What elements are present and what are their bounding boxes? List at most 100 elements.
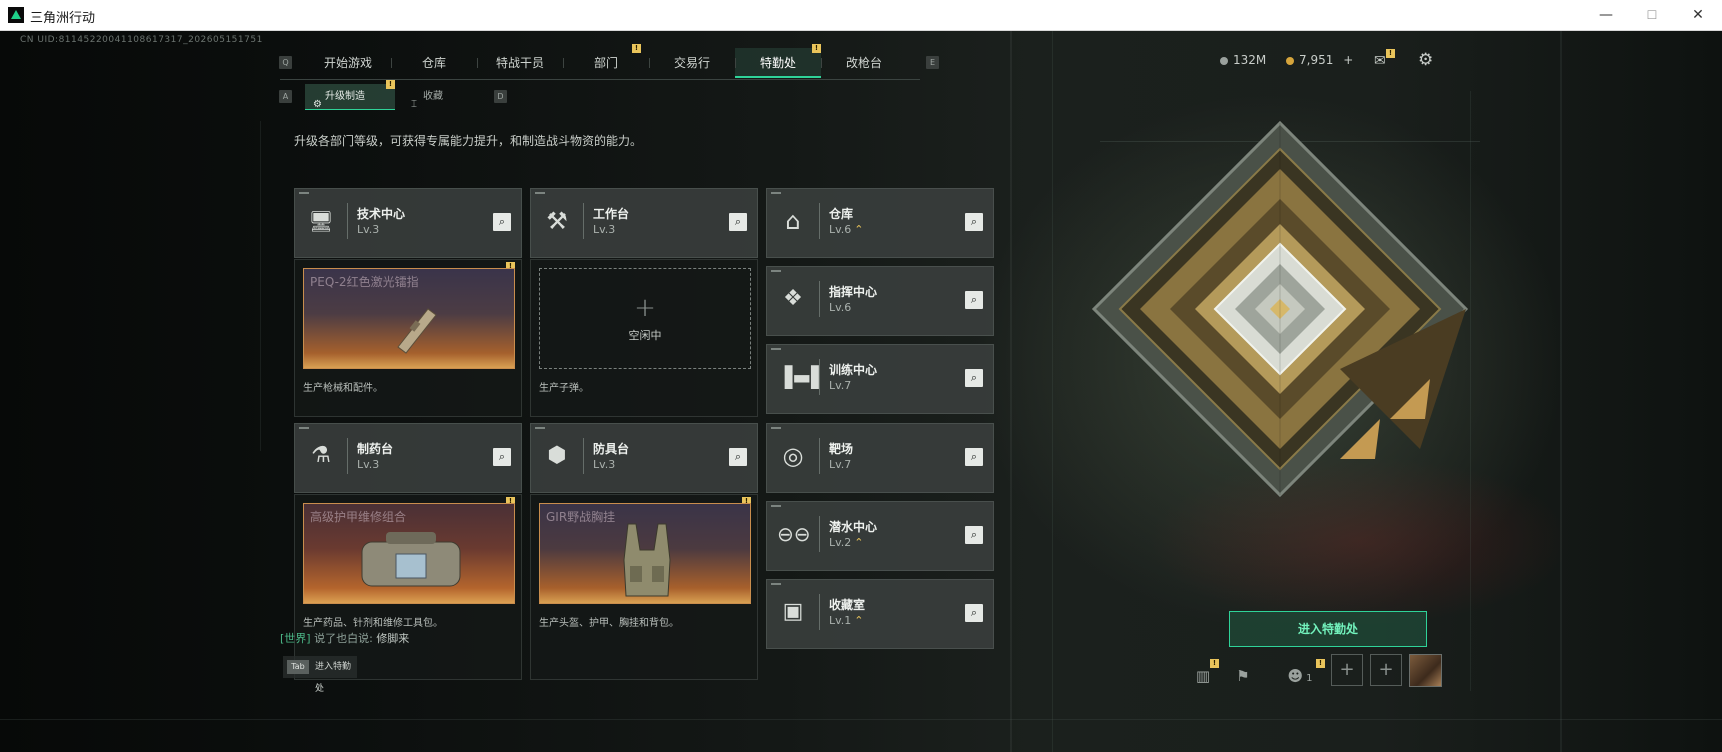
facility-level: Lv.1 ⌃ xyxy=(829,614,864,627)
idle-slot[interactable]: + 空闲中 xyxy=(539,268,751,369)
facility-card-armor-bench[interactable]: ⬢ 防具台 Lv.3 ⌕ xyxy=(530,423,758,493)
tab-start-game[interactable]: 开始游戏 xyxy=(305,48,391,78)
notification-badge: ! xyxy=(1210,659,1219,668)
card-divider xyxy=(347,203,348,239)
tab-upgrade-craft-label: 升级制造 xyxy=(325,91,365,102)
facility-card-workbench[interactable]: ⚒ 工作台 Lv.3 ⌕ xyxy=(530,188,758,258)
facility-card-shooting-range[interactable]: ◎ 靶场 Lv.7 ⌕ xyxy=(766,423,994,493)
minimize-button[interactable]: — xyxy=(1583,0,1629,31)
search-icon[interactable]: ⌕ xyxy=(965,604,983,622)
notification-badge: ! xyxy=(812,44,821,53)
chat-sender: 说了也白说 xyxy=(314,632,370,645)
chat-message: 修脚来 xyxy=(376,632,410,645)
tab-special-ops[interactable]: 特勤处 ! xyxy=(735,44,821,78)
command-emblem-icon: ❖ xyxy=(783,286,803,311)
app-logo-icon xyxy=(8,7,24,23)
chat-line[interactable]: [世界] 说了也白说: 修脚来 xyxy=(280,630,409,646)
search-icon[interactable]: ⌕ xyxy=(729,213,747,231)
currency-2-value: 7,951 xyxy=(1299,53,1334,67)
search-icon[interactable]: ⌕ xyxy=(965,291,983,309)
stats-icon[interactable]: ▥! xyxy=(1190,659,1219,689)
facility-card-tech-center[interactable]: 🖥 技术中心 Lv.3 ⌕ xyxy=(294,188,522,258)
facility-level: Lv.6 ⌃ xyxy=(829,223,864,236)
production-description: 生产药品、针剂和维修工具包。 xyxy=(303,618,443,629)
card-divider xyxy=(819,281,820,317)
add-currency-button[interactable]: + xyxy=(1343,53,1353,67)
avatar[interactable] xyxy=(1409,654,1442,687)
armor-repair-kit-icon xyxy=(361,532,461,587)
card-corner-mark xyxy=(771,583,781,585)
facility-card-diving-center[interactable]: ⊖⊖ 潜水中心 Lv.2 ⌃ ⌕ xyxy=(766,501,994,571)
tab-warehouse[interactable]: 仓库 xyxy=(391,48,477,78)
invite-slot-button[interactable]: + xyxy=(1370,654,1402,686)
facility-name: 制药台 xyxy=(357,442,394,456)
item-name: PEQ-2红色激光镭指 xyxy=(310,275,419,289)
tab-department-label: 部门 xyxy=(593,56,618,70)
warehouse-icon: ⌂ xyxy=(785,207,801,235)
chest-rig-icon xyxy=(623,523,671,597)
facility-card-pharmacy[interactable]: ⚗ 制药台 Lv.3 ⌕ xyxy=(294,423,522,493)
tab-collection[interactable]: ⌶ 收藏 xyxy=(403,84,493,110)
facility-level-value: Lv.1 xyxy=(829,614,852,627)
laser-sight-icon xyxy=(397,308,437,354)
invite-slot-button[interactable]: + xyxy=(1331,654,1363,686)
special-ops-vault-illustration xyxy=(1091,120,1469,498)
close-button[interactable]: ✕ xyxy=(1675,0,1721,31)
main-nav: 开始游戏 仓库 特战干员 部门 ! 交易行 特勤处 ! 改枪台 xyxy=(305,44,907,78)
enter-special-ops-button[interactable]: 进入特勤处 xyxy=(1229,611,1427,647)
tab-shortcut-hint[interactable]: Tab 进入特勤处 xyxy=(283,656,357,694)
production-slot-tech-center[interactable]: ! PEQ-2红色激光镭指 生产枪械和配件。 xyxy=(294,259,522,417)
item-frame: PEQ-2红色激光镭指 xyxy=(303,268,515,369)
tab-operators[interactable]: 特战干员 xyxy=(477,48,563,78)
item-name: 高级护甲维修组合 xyxy=(310,510,407,524)
search-icon[interactable]: ⌕ xyxy=(965,213,983,231)
search-icon[interactable]: ⌕ xyxy=(493,448,511,466)
facility-level: Lv.3 xyxy=(357,223,380,236)
production-slot-workbench[interactable]: + 空闲中 生产子弹。 xyxy=(530,259,758,417)
production-description: 生产枪械和配件。 xyxy=(303,383,383,394)
tab-department[interactable]: 部门 ! xyxy=(563,44,649,78)
search-icon[interactable]: ⌕ xyxy=(965,369,983,387)
production-slot-pharmacy[interactable]: ! 高级护甲维修组合 生产药品、针剂和维修工具包。 xyxy=(294,494,522,680)
upgrade-available-icon: ⌃ xyxy=(854,536,864,549)
upgrade-available-icon: ⌃ xyxy=(854,614,864,627)
card-divider xyxy=(819,203,820,239)
tab-special-ops-label: 特勤处 xyxy=(759,56,796,70)
tools-icon: ⚒ xyxy=(546,207,568,235)
gem-icon xyxy=(1286,56,1294,65)
facility-name: 潜水中心 xyxy=(829,520,878,534)
facility-level: Lv.6 xyxy=(829,301,852,314)
card-divider xyxy=(819,594,820,630)
search-icon[interactable]: ⌕ xyxy=(729,448,747,466)
card-divider xyxy=(583,203,584,239)
production-slot-armor-bench[interactable]: ! GIR野战胸挂 生产头盔、护甲、胸挂和背包。 xyxy=(530,494,758,680)
facility-card-command-center[interactable]: ❖ 指挥中心 Lv.6 ⌕ xyxy=(766,266,994,336)
tab-key: Tab xyxy=(287,660,309,674)
tab-collection-label: 收藏 xyxy=(423,91,443,102)
tab-upgrade-craft[interactable]: ⚙ 升级制造 ! xyxy=(305,80,395,110)
production-description: 生产头盔、护甲、胸挂和背包。 xyxy=(539,618,679,629)
notification-badge: ! xyxy=(632,44,641,53)
facility-card-warehouse[interactable]: ⌂ 仓库 Lv.6 ⌃ ⌕ xyxy=(766,188,994,258)
facility-card-collection-room[interactable]: ▣ 收藏室 Lv.1 ⌃ ⌕ xyxy=(766,579,994,649)
card-corner-mark xyxy=(771,348,781,350)
tab-gunsmith[interactable]: 改枪台 xyxy=(821,48,907,78)
mail-icon[interactable]: ✉! xyxy=(1374,49,1395,69)
coin-icon xyxy=(1220,56,1228,65)
tab-trade[interactable]: 交易行 xyxy=(649,48,735,78)
facility-name: 仓库 xyxy=(829,207,854,221)
search-icon[interactable]: ⌕ xyxy=(965,448,983,466)
production-description: 生产子弹。 xyxy=(539,383,589,394)
facility-card-training-center[interactable]: ▐▬▌ 训练中心 Lv.7 ⌕ xyxy=(766,344,994,414)
gear-icon[interactable]: ⚙ xyxy=(1418,50,1433,70)
search-icon[interactable]: ⌕ xyxy=(493,213,511,231)
facility-level: Lv.3 xyxy=(593,458,616,471)
page-description: 升级各部门等级，可获得专属能力提升，和制造战斗物资的能力。 xyxy=(294,134,643,148)
search-icon[interactable]: ⌕ xyxy=(965,526,983,544)
window-title: 三角洲行动 xyxy=(30,11,96,26)
flag-icon[interactable]: ⚑ xyxy=(1230,663,1256,689)
squad-icon[interactable]: ☻ 1! xyxy=(1280,659,1325,689)
display-case-icon: ▣ xyxy=(782,599,804,624)
card-corner-mark xyxy=(771,192,781,194)
maximize-button[interactable]: ☐ xyxy=(1629,0,1675,31)
